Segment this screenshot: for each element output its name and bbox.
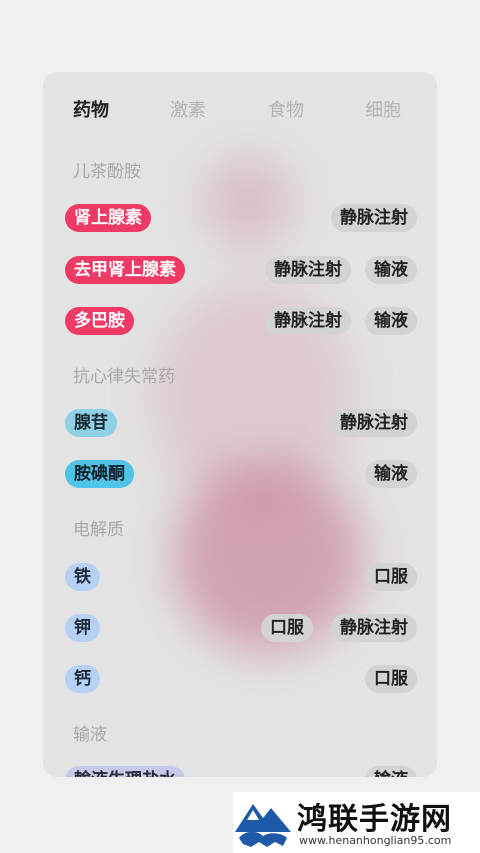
- drug-name-pill[interactable]: 腺苷: [65, 409, 117, 437]
- bull-mountain-icon: [233, 792, 295, 853]
- drug-row[interactable]: 多巴胺 静脉注射 输液: [43, 307, 437, 337]
- drug-name-pill[interactable]: 胺碘酮: [65, 460, 134, 488]
- tab-drugs[interactable]: 药物: [73, 94, 109, 128]
- category-tabs: 药物 激素 食物 细胞: [43, 94, 437, 128]
- route-tag[interactable]: 口服: [261, 614, 313, 642]
- drug-row[interactable]: 輸液生理盐水 输液: [43, 766, 437, 777]
- route-tag[interactable]: 静脉注射: [265, 307, 351, 335]
- route-tag[interactable]: 口服: [365, 665, 417, 693]
- drug-name-pill[interactable]: 輸液生理盐水: [65, 766, 185, 777]
- route-tag[interactable]: 输液: [365, 766, 417, 777]
- tab-food[interactable]: 食物: [268, 94, 304, 128]
- drug-row[interactable]: 钾 口服 静脉注射: [43, 614, 437, 644]
- drug-row[interactable]: 胺碘酮 输液: [43, 460, 437, 490]
- route-tag[interactable]: 输液: [365, 460, 417, 488]
- route-tag[interactable]: 静脉注射: [265, 256, 351, 284]
- tab-cells[interactable]: 细胞: [365, 94, 401, 128]
- section-title-antiarrhythmics: 抗心律失常药: [73, 367, 175, 387]
- route-tag[interactable]: 输液: [365, 307, 417, 335]
- drug-row[interactable]: 去甲肾上腺素 静脉注射 输液: [43, 256, 437, 286]
- section-title-infusion: 输液: [73, 725, 107, 745]
- drug-card: 药物 激素 食物 细胞 儿茶酚胺 肾上腺素 静脉注射 去甲肾上腺素 静脉注射 输…: [43, 72, 437, 777]
- watermark-title: 鸿联手游网: [297, 802, 452, 837]
- route-tag[interactable]: 静脉注射: [331, 409, 417, 437]
- section-title-catecholamines: 儿茶酚胺: [73, 162, 141, 182]
- tab-hormones[interactable]: 激素: [170, 94, 206, 128]
- drug-name-pill[interactable]: 多巴胺: [65, 307, 134, 335]
- route-tag[interactable]: 静脉注射: [331, 204, 417, 232]
- drug-row[interactable]: 铁 口服: [43, 563, 437, 593]
- drug-row[interactable]: 肾上腺素 静脉注射: [43, 204, 437, 234]
- section-title-electrolytes: 电解质: [73, 520, 124, 540]
- route-tag[interactable]: 输液: [365, 256, 417, 284]
- route-tag[interactable]: 静脉注射: [331, 614, 417, 642]
- drug-name-pill[interactable]: 钙: [65, 665, 100, 693]
- drug-name-pill[interactable]: 钾: [65, 614, 100, 642]
- watermark-logo: 鸿联手游网 www.henanhonglian95.com: [233, 792, 480, 853]
- drug-name-pill[interactable]: 肾上腺素: [65, 204, 151, 232]
- drug-name-pill[interactable]: 铁: [65, 563, 100, 591]
- drug-name-pill[interactable]: 去甲肾上腺素: [65, 256, 185, 284]
- drug-row[interactable]: 腺苷 静脉注射: [43, 409, 437, 439]
- route-tag[interactable]: 口服: [365, 563, 417, 591]
- watermark-url: www.henanhonglian95.com: [299, 834, 452, 847]
- drug-row[interactable]: 钙 口服: [43, 665, 437, 695]
